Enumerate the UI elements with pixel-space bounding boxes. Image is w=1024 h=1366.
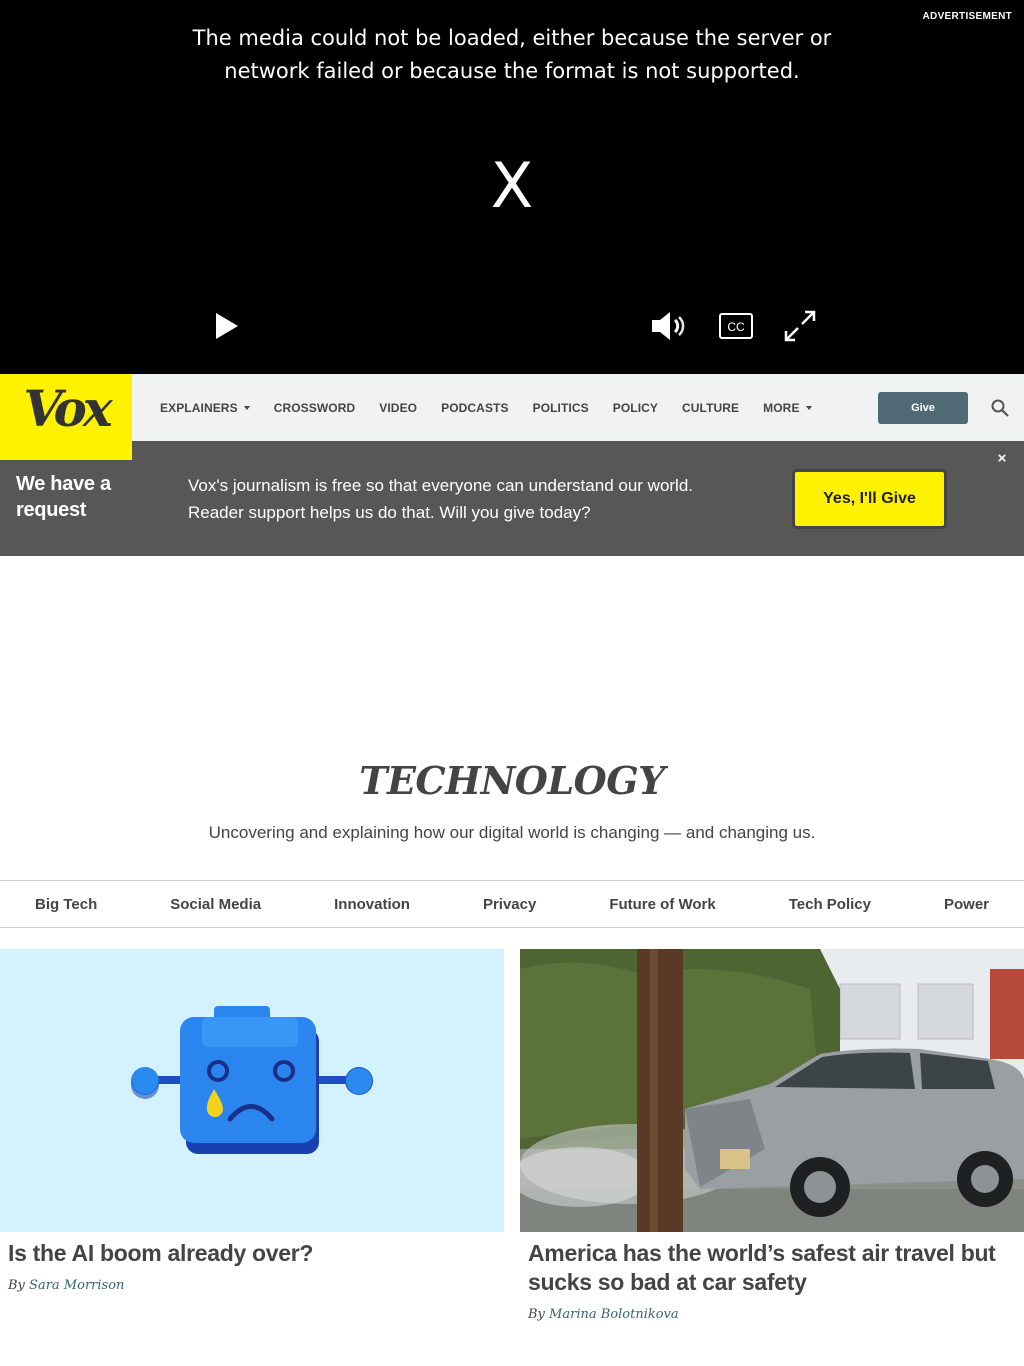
- video-player[interactable]: ADVERTISEMENT The media could not be loa…: [0, 0, 1024, 374]
- article-card[interactable]: Is the AI boom already over? By Sara Mor…: [0, 949, 504, 1293]
- banner-heading: We have a request: [16, 473, 111, 521]
- nav-item-politics[interactable]: POLITICS: [533, 401, 589, 415]
- caret-down-icon: [805, 405, 812, 410]
- car-crash-image[interactable]: [520, 949, 1024, 1232]
- article-card[interactable]: America has the world’s safest air trave…: [520, 949, 1024, 1322]
- logo-text: Vox: [23, 378, 112, 438]
- nav-item-policy[interactable]: POLICY: [613, 401, 658, 415]
- article-title[interactable]: America has the world’s safest air trave…: [520, 1239, 1000, 1297]
- svg-text:CC: CC: [727, 320, 745, 334]
- subnav-item-tech-policy[interactable]: Tech Policy: [789, 896, 871, 913]
- close-icon[interactable]: ×: [994, 451, 1010, 467]
- fullscreen-button[interactable]: [783, 309, 817, 343]
- nav-item-crossword[interactable]: CROSSWORD: [274, 401, 356, 415]
- author-link[interactable]: Sara Morrison: [29, 1278, 124, 1293]
- banner-text: Vox's journalism is free so that everyon…: [188, 472, 768, 526]
- nav-item-more[interactable]: MORE: [763, 401, 812, 415]
- byline: By Sara Morrison: [8, 1278, 125, 1293]
- banner-line-2: Reader support helps us do that. Will yo…: [188, 503, 591, 522]
- play-icon: [216, 313, 238, 339]
- article-title[interactable]: Is the AI boom already over?: [0, 1239, 504, 1268]
- media-error-message: The media could not be loaded, either be…: [192, 26, 832, 83]
- subnav-item-privacy[interactable]: Privacy: [483, 896, 536, 913]
- subnav-item-future-of-work[interactable]: Future of Work: [609, 896, 715, 913]
- banner-line-1: Vox's journalism is free so that everyon…: [188, 476, 694, 495]
- section-title: TECHNOLOGY: [359, 758, 665, 803]
- yes-give-button[interactable]: Yes, I'll Give: [792, 469, 947, 529]
- subnav-item-social-media[interactable]: Social Media: [170, 896, 261, 913]
- main-nav: EXPLAINERS CROSSWORD VIDEO PODCASTS POLI…: [160, 374, 836, 441]
- closed-captions-button[interactable]: CC: [718, 312, 754, 340]
- subnav-item-big-tech[interactable]: Big Tech: [35, 896, 97, 913]
- section-description: Uncovering and explaining how our digita…: [208, 823, 816, 842]
- nav-item-culture[interactable]: CULTURE: [682, 401, 739, 415]
- section-subnav: Big Tech Social Media Innovation Privacy…: [0, 880, 1024, 928]
- sad-robot-image[interactable]: [0, 949, 504, 1232]
- nav-item-podcasts[interactable]: PODCASTS: [441, 401, 508, 415]
- volume-icon: [652, 312, 685, 340]
- play-button[interactable]: [211, 310, 241, 342]
- caret-down-icon: [243, 405, 250, 410]
- vox-logo[interactable]: Vox: [0, 374, 132, 460]
- volume-button[interactable]: [649, 309, 691, 343]
- donation-banner: We have a request Vox's journalism is fr…: [0, 441, 1024, 556]
- author-link[interactable]: Marina Bolotnikova: [549, 1307, 679, 1322]
- give-button[interactable]: Give: [878, 392, 968, 424]
- site-header: Vox EXPLAINERS CROSSWORD VIDEO PODCASTS …: [0, 374, 1024, 460]
- fullscreen-icon: [784, 310, 816, 342]
- nav-item-explainers[interactable]: EXPLAINERS: [160, 401, 250, 415]
- nav-item-video[interactable]: VIDEO: [379, 401, 417, 415]
- advertisement-label: ADVERTISEMENT: [922, 11, 1012, 22]
- subnav-item-power[interactable]: Power: [944, 896, 989, 913]
- cc-icon: CC: [719, 313, 753, 339]
- search-icon[interactable]: [990, 398, 1010, 418]
- subnav-item-innovation[interactable]: Innovation: [334, 896, 410, 913]
- byline: By Marina Bolotnikova: [528, 1307, 679, 1322]
- error-x-icon: X: [490, 149, 534, 222]
